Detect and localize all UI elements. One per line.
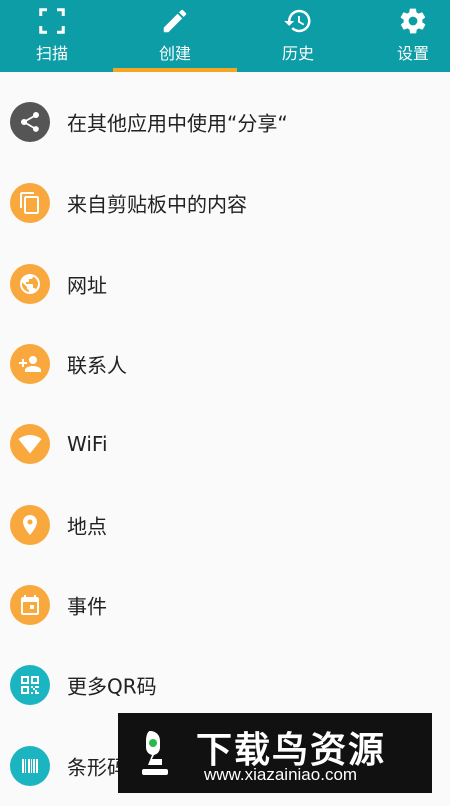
watermark-url: www.xiazainiao.com (204, 765, 358, 784)
globe-icon (10, 264, 50, 304)
calendar-icon (10, 585, 50, 625)
barcode-icon (10, 746, 50, 786)
clipboard-icon (10, 183, 50, 223)
list-item-label: 联系人 (67, 353, 127, 378)
tab-scan-label: 扫描 (35, 44, 68, 63)
scan-icon (39, 8, 65, 34)
tab-settings-label: 设置 (396, 44, 429, 63)
tab-history[interactable]: 历史 (246, 0, 350, 72)
list-item-label: 地点 (67, 514, 107, 539)
tab-scan[interactable]: 扫描 (0, 0, 104, 72)
list-item-location[interactable]: 地点 (0, 485, 450, 565)
location-pin-icon (10, 505, 50, 545)
list-item-label: 更多QR码 (67, 674, 157, 699)
tab-history-label: 历史 (281, 44, 314, 63)
active-tab-indicator (113, 68, 237, 72)
list-item-contact[interactable]: 联系人 (0, 324, 450, 404)
pencil-icon (163, 9, 187, 33)
qr-code-icon (10, 665, 50, 705)
list-item-label: 来自剪贴板中的内容 (67, 192, 247, 217)
tab-settings[interactable]: 设置 (376, 0, 450, 72)
list-item-share[interactable]: 在其他应用中使用“分享“ (0, 82, 450, 162)
list-item-label: 事件 (67, 594, 107, 619)
list-item-label: 在其他应用中使用“分享“ (67, 111, 288, 136)
list-item-label: 网址 (67, 273, 107, 298)
watermark-banner: 下载鸟资源 www.xiazainiao.com (118, 713, 432, 793)
list-item-event[interactable]: 事件 (0, 565, 450, 645)
list-item-label: WiFi (67, 432, 108, 456)
top-tab-bar: 扫描 创建 历史 设置 (0, 0, 450, 72)
add-contact-icon (10, 344, 50, 384)
tab-create[interactable]: 创建 (113, 0, 237, 72)
list-item-url[interactable]: 网址 (0, 244, 450, 324)
history-icon (284, 9, 311, 33)
tab-create-label: 创建 (158, 44, 191, 63)
share-icon (10, 102, 50, 142)
bird-logo-icon (142, 731, 168, 775)
gear-icon (400, 8, 426, 34)
list-item-clipboard[interactable]: 来自剪贴板中的内容 (0, 163, 450, 243)
list-item-wifi[interactable]: WiFi (0, 404, 450, 484)
wifi-icon (10, 424, 50, 464)
